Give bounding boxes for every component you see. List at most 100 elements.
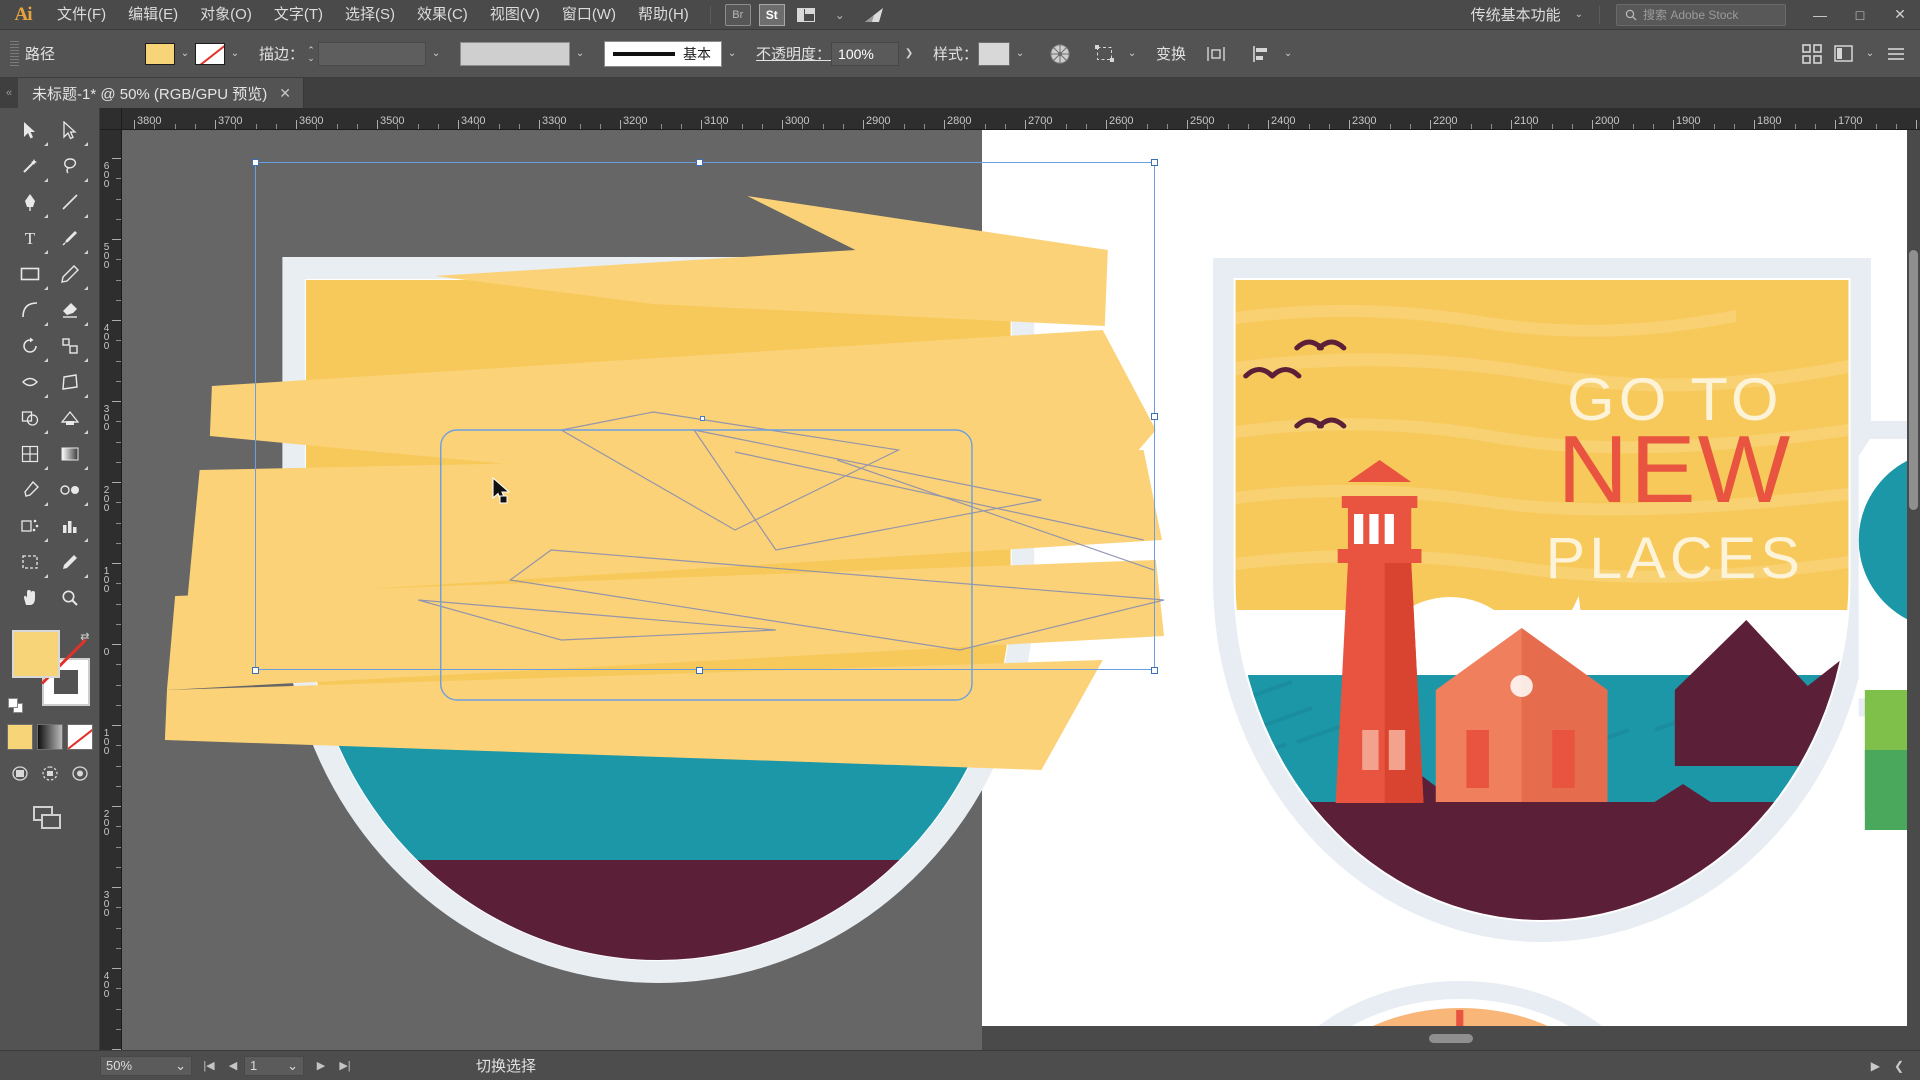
menu-help[interactable]: 帮助(H)	[627, 0, 700, 30]
opacity-field[interactable]: 100%	[831, 41, 900, 66]
scale-tool[interactable]	[50, 328, 90, 364]
brush-definition-field[interactable]: 基本	[604, 40, 723, 67]
free-transform-tool[interactable]	[50, 364, 90, 400]
document-setup-icon[interactable]	[1828, 39, 1860, 69]
arrange-grid-icon[interactable]	[1796, 39, 1828, 69]
selection-handle-mr[interactable]	[1151, 413, 1158, 420]
close-icon[interactable]: ✕	[279, 85, 291, 102]
selection-handle-tc[interactable]	[696, 159, 703, 166]
horizontal-scrollbar[interactable]	[982, 1026, 1920, 1050]
draw-inside-icon[interactable]	[68, 762, 92, 784]
selection-handle-bc[interactable]	[696, 667, 703, 674]
arrange-documents-icon[interactable]	[793, 4, 819, 26]
type-tool[interactable]: T	[10, 220, 50, 256]
stroke-weight-chevron-down-icon[interactable]: ⌄	[426, 43, 446, 65]
zoom-level-field[interactable]: 50% ⌄	[100, 1055, 192, 1076]
previous-artboard-button[interactable]: ◀	[222, 1059, 244, 1072]
change-screen-mode-icon[interactable]	[32, 806, 67, 832]
menu-type[interactable]: 文字(T)	[263, 0, 334, 30]
horizontal-ruler[interactable]: 3800 3700 3600 3500 3400 3300 3200 3100 3000 2900…	[100, 108, 1920, 130]
isolate-selected-object-icon[interactable]	[1200, 39, 1232, 69]
document-setup-chevron-down-icon[interactable]: ⌄	[1860, 43, 1880, 65]
mesh-tool[interactable]	[10, 436, 50, 472]
shape-builder-tool[interactable]	[10, 400, 50, 436]
selection-tool[interactable]	[10, 112, 50, 148]
tab-bar-grip[interactable]: «	[0, 78, 18, 108]
next-artboard-button[interactable]: ▶	[310, 1059, 332, 1072]
workspace-chevron-down-icon[interactable]: ⌄	[1569, 9, 1589, 20]
menu-effect[interactable]: 效果(C)	[406, 0, 479, 30]
stroke-weight-field[interactable]	[318, 41, 427, 66]
select-similar-objects-icon[interactable]	[1090, 39, 1122, 69]
recolor-artwork-icon[interactable]	[1044, 39, 1076, 69]
paintbrush-tool[interactable]	[50, 220, 90, 256]
opacity-label[interactable]: 不透明度：	[756, 43, 831, 64]
pencil-tool[interactable]	[50, 256, 90, 292]
none-button[interactable]	[66, 724, 93, 750]
artboard-chevron-down-icon[interactable]: ⌄	[287, 1058, 298, 1074]
stock-icon[interactable]: St	[758, 3, 785, 26]
stock-search-input[interactable]: 搜索 Adobe Stock	[1616, 3, 1786, 26]
variable-width-profile-field[interactable]	[460, 41, 571, 66]
canvas-viewport[interactable]: GO TO NEW PLACES	[122, 130, 1920, 1050]
default-fill-stroke-icon[interactable]	[7, 698, 24, 714]
gradient-tool[interactable]	[50, 436, 90, 472]
style-chevron-down-icon[interactable]: ⌄	[1010, 43, 1030, 65]
fill-swatch[interactable]	[145, 42, 175, 65]
width-profile-chevron-down-icon[interactable]: ⌄	[570, 43, 590, 65]
pen-tool[interactable]	[10, 184, 50, 220]
rectangle-tool[interactable]	[10, 256, 50, 292]
maximize-button[interactable]: □	[1840, 0, 1880, 30]
zoom-tool[interactable]	[50, 580, 90, 616]
line-segment-tool[interactable]	[50, 184, 90, 220]
menu-window[interactable]: 窗口(W)	[551, 0, 627, 30]
direct-selection-tool[interactable]	[50, 112, 90, 148]
column-graph-tool[interactable]	[50, 508, 90, 544]
align-objects-icon[interactable]	[1246, 39, 1278, 69]
selection-handle-br[interactable]	[1151, 667, 1158, 674]
selection-handle-tl[interactable]	[252, 159, 259, 166]
perspective-grid-tool[interactable]	[50, 400, 90, 436]
align-chevron-down-icon[interactable]: ⌄	[1278, 43, 1298, 65]
first-artboard-button[interactable]: |◀	[198, 1059, 220, 1072]
panel-menu-icon[interactable]	[1880, 39, 1912, 69]
brush-chevron-down-icon[interactable]: ⌄	[722, 43, 742, 65]
menu-select[interactable]: 选择(S)	[334, 0, 406, 30]
vertical-scrollbar-thumb[interactable]	[1909, 250, 1918, 510]
swap-fill-stroke-icon[interactable]: ⇄	[80, 630, 89, 643]
graphic-style-swatch[interactable]	[978, 41, 1011, 66]
stroke-weight-stepper[interactable]: ⌃ ⌄	[304, 42, 318, 66]
hand-tool[interactable]	[10, 580, 50, 616]
eyedropper-tool[interactable]	[10, 472, 50, 508]
arc-tool[interactable]	[10, 292, 50, 328]
document-tab[interactable]: 未标题-1* @ 50% (RGB/GPU 预览) ✕	[18, 78, 304, 108]
opacity-expand-icon[interactable]: ❯	[899, 43, 919, 65]
selection-handle-tr[interactable]	[1151, 159, 1158, 166]
slice-tool[interactable]	[50, 544, 90, 580]
gradient-button[interactable]	[36, 724, 63, 750]
menu-view[interactable]: 视图(V)	[479, 0, 551, 30]
artboard-tool[interactable]	[10, 544, 50, 580]
selection-handle-bl[interactable]	[252, 667, 259, 674]
fill-chevron-down-icon[interactable]: ⌄	[175, 43, 195, 65]
transform-button[interactable]: 变换	[1156, 43, 1186, 64]
status-collapse-icon[interactable]: ❮	[1894, 1059, 1904, 1073]
menu-object[interactable]: 对象(O)	[189, 0, 263, 30]
ruler-origin-corner[interactable]	[100, 108, 122, 129]
bridge-icon[interactable]: Br	[724, 3, 751, 26]
menu-file[interactable]: 文件(F)	[46, 0, 117, 30]
fill-color-swatch[interactable]	[11, 630, 60, 678]
color-button[interactable]	[6, 724, 33, 750]
control-bar-grip[interactable]	[10, 40, 19, 67]
eraser-tool[interactable]	[50, 292, 90, 328]
last-artboard-button[interactable]: ▶|	[334, 1059, 356, 1072]
workspace-switcher[interactable]: 传统基本功能	[1463, 4, 1569, 25]
stroke-chevron-down-icon[interactable]: ⌄	[225, 43, 245, 65]
select-similar-chevron-down-icon[interactable]: ⌄	[1122, 43, 1142, 65]
chevron-down-icon[interactable]: ⌄	[827, 4, 853, 26]
symbol-sprayer-tool[interactable]	[10, 508, 50, 544]
horizontal-scrollbar-thumb[interactable]	[1429, 1033, 1473, 1043]
draw-normal-icon[interactable]	[8, 762, 32, 784]
width-tool[interactable]	[10, 364, 50, 400]
vertical-scrollbar[interactable]	[1907, 130, 1920, 1026]
